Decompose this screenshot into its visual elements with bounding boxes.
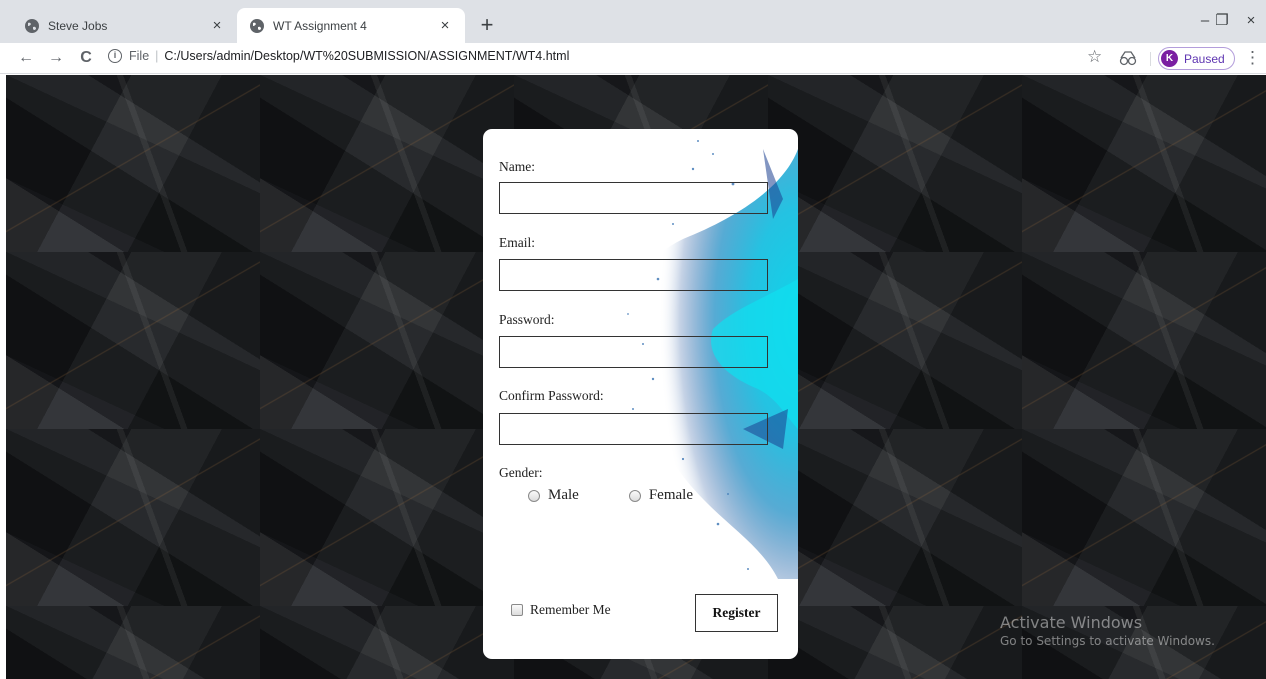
female-radio[interactable] — [628, 489, 641, 502]
url-separator: | — [155, 49, 159, 63]
globe-icon — [250, 18, 264, 33]
tab-steve-jobs[interactable]: Steve Jobs × — [12, 8, 237, 43]
remember-me-label: Remember Me — [530, 602, 611, 617]
forward-button[interactable]: → — [44, 47, 68, 69]
close-window-button[interactable]: × — [1236, 10, 1266, 32]
male-label: Male — [548, 487, 579, 503]
tab-wt-assignment-4[interactable]: WT Assignment 4 × — [237, 8, 465, 43]
globe-icon — [25, 18, 39, 33]
avatar: K — [1161, 50, 1178, 67]
info-icon[interactable]: i — [108, 49, 122, 63]
tab-title: Steve Jobs — [48, 18, 108, 33]
back-button[interactable]: ← — [14, 47, 38, 69]
tab-title: WT Assignment 4 — [273, 18, 367, 33]
confirm-password-input[interactable] — [499, 413, 768, 445]
watermark-title: Activate Windows — [1000, 613, 1143, 632]
confirm-password-label: Confirm Password: — [499, 388, 604, 403]
profile-status: Paused — [1184, 51, 1225, 66]
extension-icon[interactable] — [1118, 49, 1138, 67]
remember-me-row: Remember Me — [511, 602, 611, 618]
password-input[interactable] — [499, 336, 768, 368]
close-tab-icon[interactable]: × — [209, 17, 225, 34]
email-label: Email: — [499, 235, 535, 250]
bookmark-star-icon[interactable]: ☆ — [1087, 47, 1102, 67]
name-label: Name: — [499, 159, 535, 174]
tab-strip: Steve Jobs × WT Assignment 4 × + – ❐ × — [0, 0, 1266, 43]
new-tab-button[interactable]: + — [472, 10, 502, 40]
registration-form: Name: Email: Password: Confirm Password:… — [483, 129, 798, 659]
email-input[interactable] — [499, 259, 768, 291]
remember-me-checkbox[interactable] — [511, 604, 523, 616]
address-bar[interactable]: i File | C:/Users/admin/Desktop/WT%20SUB… — [108, 49, 569, 63]
browser-toolbar: ← → C i File | C:/Users/admin/Desktop/WT… — [0, 43, 1266, 74]
restore-button[interactable]: ❐ — [1207, 10, 1237, 32]
password-label: Password: — [499, 312, 555, 327]
url-scheme: File — [129, 49, 150, 63]
female-label: Female — [648, 487, 693, 503]
reload-button[interactable]: C — [74, 47, 98, 69]
page-background: Name: Email: Password: Confirm Password:… — [6, 75, 1266, 679]
gender-options: Male Female — [528, 487, 693, 504]
profile-button[interactable]: K Paused — [1158, 47, 1235, 70]
name-input[interactable] — [499, 182, 768, 214]
watermark-subtitle: Go to Settings to activate Windows. — [1000, 634, 1215, 648]
register-button[interactable]: Register — [695, 594, 778, 632]
menu-icon[interactable]: ⋮ — [1244, 48, 1261, 68]
url-text[interactable]: C:/Users/admin/Desktop/WT%20SUBMISSION/A… — [164, 49, 569, 63]
male-radio[interactable] — [528, 489, 540, 502]
activate-windows-watermark: Activate Windows Go to Settings to activ… — [1000, 613, 1215, 648]
gender-label: Gender: — [499, 465, 543, 480]
close-tab-icon[interactable]: × — [437, 17, 453, 34]
toolbar-divider — [1150, 52, 1151, 66]
